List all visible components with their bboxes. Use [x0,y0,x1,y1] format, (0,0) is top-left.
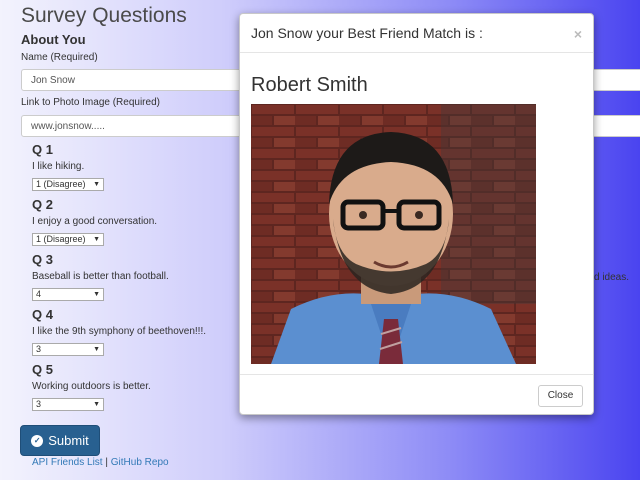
question-4-title: Q 4 [32,307,53,322]
about-you-heading: About You [21,32,86,47]
caret-down-icon: ▼ [93,236,100,243]
question-3-selected-value: 4 [36,289,42,299]
submit-label: Submit [48,433,89,448]
caret-down-icon: ▼ [93,346,100,353]
question-2-title: Q 2 [32,197,53,212]
close-button[interactable]: Close [538,385,583,407]
modal-header: Jon Snow your Best Friend Match is : × [240,14,593,53]
question-5-text: Working outdoors is better. [32,381,151,392]
question-5-select[interactable]: 3 ▼ [32,398,104,411]
name-label: Name (Required) [21,52,98,63]
footer-separator: | [105,457,108,468]
submit-button[interactable]: ✓ Submit [20,425,100,456]
match-photo-image [251,104,536,364]
question-2-select[interactable]: 1 (Disagree) ▼ [32,233,104,246]
question-5-title: Q 5 [32,362,53,377]
api-friends-link[interactable]: API Friends List [32,457,103,468]
match-name: Robert Smith [251,74,368,96]
question-5-selected-value: 3 [36,399,42,409]
question-1-select[interactable]: 1 (Disagree) ▼ [32,178,104,191]
question-1-title: Q 1 [32,142,53,157]
modal-footer: Close [240,374,593,416]
caret-down-icon: ▼ [93,291,100,298]
caret-down-icon: ▼ [93,181,100,188]
github-repo-link[interactable]: GitHub Repo [111,457,169,468]
caret-down-icon: ▼ [93,401,100,408]
close-icon[interactable]: × [574,26,582,42]
question-1-selected-value: 1 (Disagree) [36,179,86,189]
page-title: Survey Questions [21,4,187,27]
photo-link-label: Link to Photo Image (Required) [21,97,160,108]
match-modal: Jon Snow your Best Friend Match is : × R… [239,13,594,415]
question-4-selected-value: 3 [36,344,42,354]
footer-links: API Friends List | GitHub Repo [32,457,169,468]
question-1-text: I like hiking. [32,161,85,172]
question-3-select[interactable]: 4 ▼ [32,288,104,301]
question-2-text: I enjoy a good conversation. [32,216,158,227]
question-2-selected-value: 1 (Disagree) [36,234,86,244]
check-circle-icon: ✓ [31,434,44,447]
question-4-select[interactable]: 3 ▼ [32,343,104,356]
question-3-title: Q 3 [32,252,53,267]
partial-text-behind-modal: d ideas. [594,272,630,283]
modal-title: Jon Snow your Best Friend Match is : [251,25,483,41]
question-3-text: Baseball is better than football. [32,271,169,282]
question-4-text: I like the 9th symphony of beethoven!!!. [32,326,206,337]
match-photo [251,104,536,364]
